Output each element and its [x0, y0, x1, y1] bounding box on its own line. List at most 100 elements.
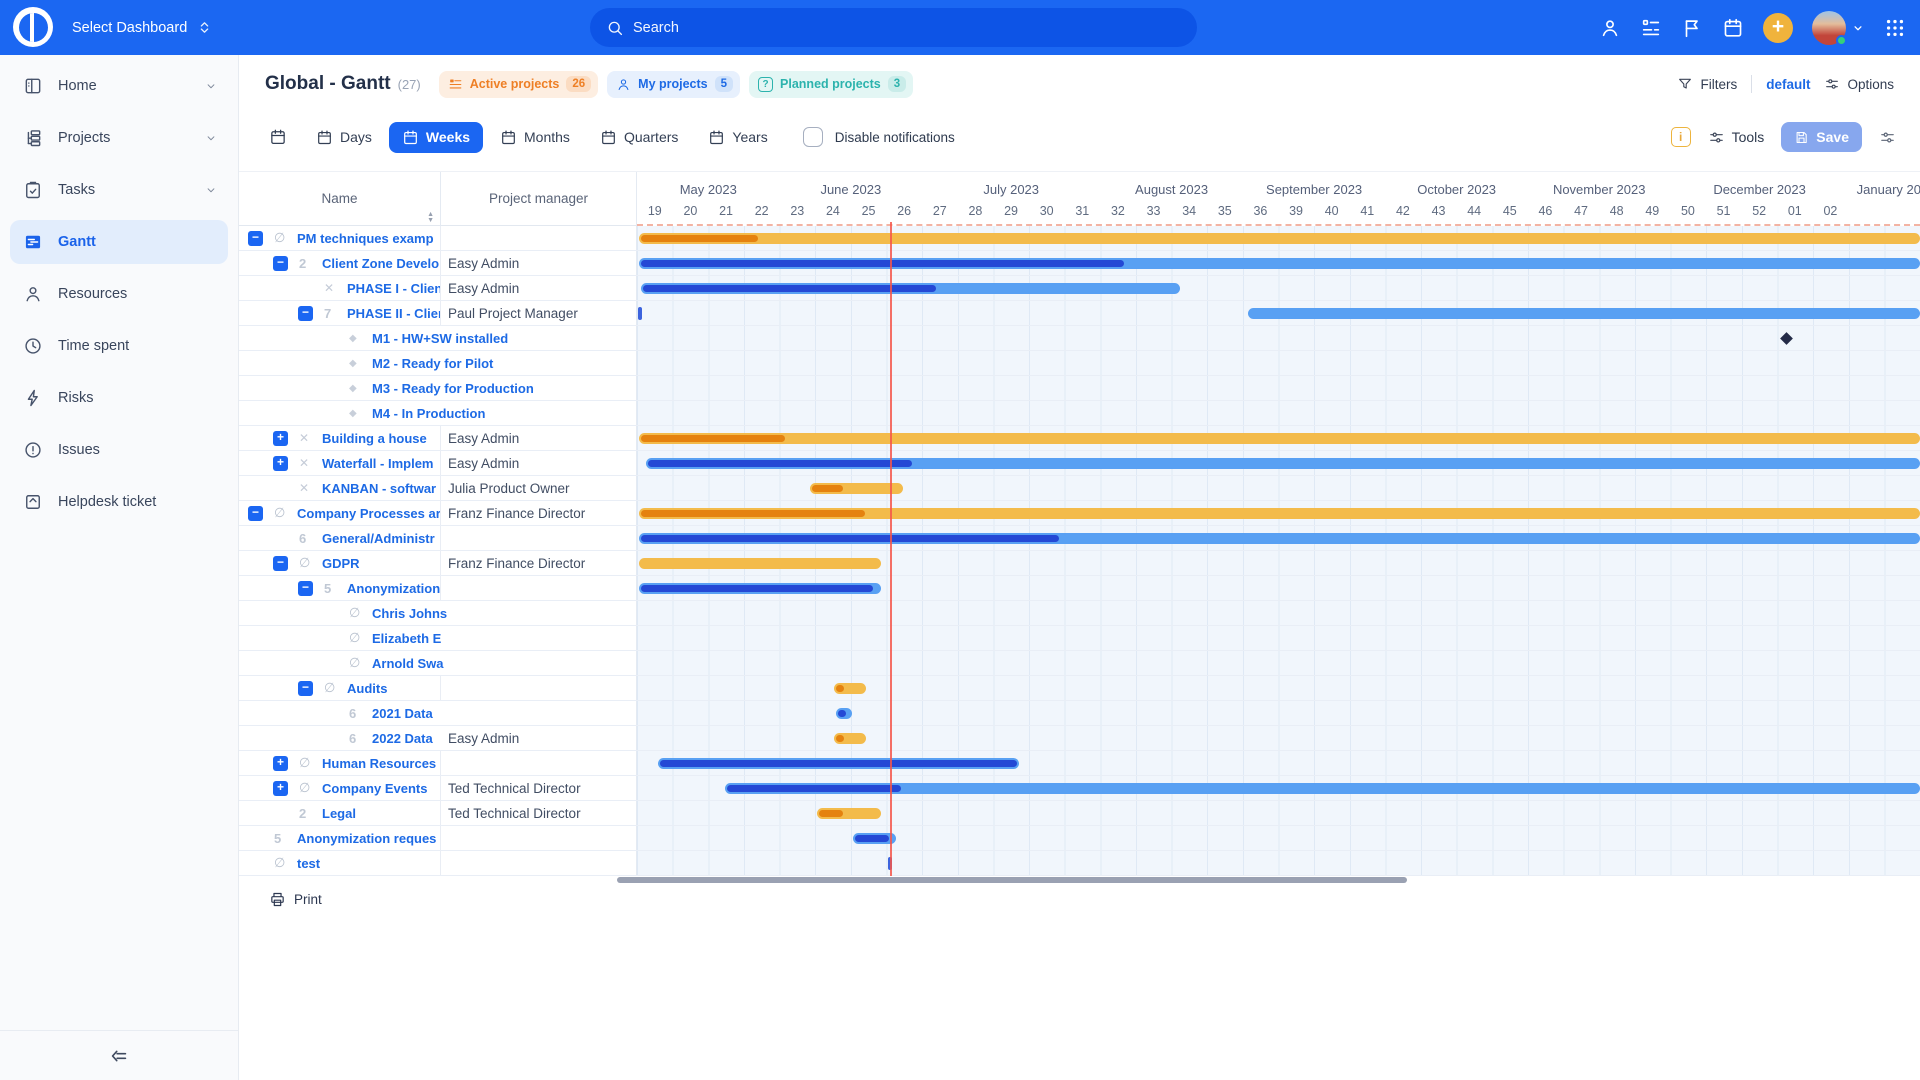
- task-name-link[interactable]: Audits: [347, 681, 387, 696]
- task-name-link[interactable]: PM techniques examp: [297, 231, 434, 246]
- collapse-toggle[interactable]: −: [298, 681, 313, 696]
- task-name-link[interactable]: Waterfall - Implem: [322, 456, 433, 471]
- task-name-link[interactable]: KANBAN - softwar: [322, 481, 436, 496]
- expand-toggle[interactable]: +: [273, 756, 288, 771]
- gantt-bar[interactable]: [639, 233, 1920, 244]
- task-name-link[interactable]: M2 - Ready for Pilot: [372, 356, 493, 371]
- apps-grid-icon[interactable]: [1884, 17, 1906, 39]
- sidebar-item-home[interactable]: Home: [10, 64, 228, 108]
- gantt-bar[interactable]: [810, 483, 903, 494]
- collapse-toggle[interactable]: −: [248, 231, 263, 246]
- saved-view-link[interactable]: default: [1766, 77, 1810, 92]
- view-months[interactable]: Months: [487, 122, 583, 153]
- task-name-link[interactable]: Human Resources: [322, 756, 436, 771]
- collapse-toggle[interactable]: −: [248, 506, 263, 521]
- checklist-icon[interactable]: [1640, 17, 1662, 39]
- user-menu[interactable]: [1812, 11, 1865, 45]
- sidebar-item-risks[interactable]: Risks: [10, 376, 228, 420]
- task-name-link[interactable]: Chris Johns: [372, 606, 447, 621]
- view-weeks[interactable]: Weeks: [389, 122, 483, 153]
- gantt-tick-bar[interactable]: [888, 857, 892, 870]
- checkbox[interactable]: [803, 127, 823, 147]
- task-name-link[interactable]: M3 - Ready for Production: [372, 381, 534, 396]
- task-name-link[interactable]: Building a house: [322, 431, 427, 446]
- sidebar-item-time-spent[interactable]: Time spent: [10, 324, 228, 368]
- task-name-link[interactable]: General/Administr: [322, 531, 435, 546]
- task-name-link[interactable]: Anonymization reques: [297, 831, 436, 846]
- gantt-bar[interactable]: [639, 558, 881, 569]
- gantt-bar[interactable]: [725, 783, 1920, 794]
- task-name-link[interactable]: test: [297, 856, 320, 871]
- gantt-bar[interactable]: [639, 533, 1920, 544]
- sidebar-item-projects[interactable]: Projects: [10, 116, 228, 160]
- options-button[interactable]: Options: [1824, 76, 1894, 92]
- gantt-tick-bar[interactable]: [638, 307, 642, 320]
- expand-toggle[interactable]: +: [273, 456, 288, 471]
- task-name-link[interactable]: Company Processes ar: [297, 506, 441, 521]
- collapse-toggle[interactable]: −: [298, 306, 313, 321]
- gantt-bar[interactable]: [853, 833, 896, 844]
- gantt-bar[interactable]: [639, 258, 1920, 269]
- chip-my-projects[interactable]: My projects5: [607, 71, 740, 98]
- task-name-link[interactable]: Client Zone Develo: [322, 256, 439, 271]
- settings-sliders-icon[interactable]: [1879, 129, 1896, 146]
- sidebar-item-helpdesk-ticket[interactable]: Helpdesk ticket: [10, 480, 228, 524]
- quick-add-button[interactable]: +: [1763, 13, 1793, 43]
- task-name-link[interactable]: Legal: [322, 806, 356, 821]
- gantt-bar[interactable]: [639, 433, 1920, 444]
- gantt-bar[interactable]: [836, 708, 852, 719]
- task-name-link[interactable]: Company Events: [322, 781, 427, 796]
- flag-icon[interactable]: [1681, 17, 1703, 39]
- task-name-link[interactable]: M4 - In Production: [372, 406, 485, 421]
- task-name-link[interactable]: M1 - HW+SW installed: [372, 331, 508, 346]
- expand-toggle[interactable]: +: [273, 781, 288, 796]
- sidebar-item-gantt[interactable]: Gantt: [10, 220, 228, 264]
- view-years[interactable]: Years: [695, 122, 780, 153]
- gantt-bar[interactable]: [639, 583, 881, 594]
- gantt-bar[interactable]: [658, 758, 1019, 769]
- gantt-bar[interactable]: [646, 458, 1920, 469]
- collapse-toggle[interactable]: −: [273, 556, 288, 571]
- manager-column-header[interactable]: Project manager: [441, 172, 637, 226]
- tools-button[interactable]: Tools: [1708, 129, 1765, 146]
- collapse-toggle[interactable]: −: [273, 256, 288, 271]
- task-name-link[interactable]: 2021 Data: [372, 706, 433, 721]
- sidebar-item-tasks[interactable]: Tasks: [10, 168, 228, 212]
- print-button[interactable]: Print: [269, 891, 322, 908]
- view-days[interactable]: Days: [303, 122, 385, 153]
- user-icon[interactable]: [1599, 17, 1621, 39]
- gantt-bar[interactable]: [1248, 308, 1920, 319]
- sidebar-item-issues[interactable]: Issues: [10, 428, 228, 472]
- task-name-link[interactable]: PHASE II - Clier: [347, 306, 441, 321]
- sidebar-item-resources[interactable]: Resources: [10, 272, 228, 316]
- task-name-link[interactable]: Arnold Swa: [372, 656, 444, 671]
- gantt-bar[interactable]: [639, 508, 1920, 519]
- chip-planned-projects[interactable]: ?Planned projects3: [749, 71, 913, 98]
- app-logo[interactable]: [13, 7, 53, 47]
- save-button[interactable]: Save: [1781, 122, 1862, 152]
- collapse-sidebar-button[interactable]: [0, 1030, 238, 1080]
- task-name-link[interactable]: 2022 Data: [372, 731, 433, 746]
- expand-toggle[interactable]: +: [273, 431, 288, 446]
- gantt-bar[interactable]: [641, 283, 1180, 294]
- name-column-header[interactable]: Name ▲▼: [239, 172, 441, 226]
- gantt-bar[interactable]: [834, 683, 866, 694]
- gantt-bar[interactable]: [817, 808, 881, 819]
- calendar-range-button[interactable]: [263, 122, 293, 152]
- milestone-diamond[interactable]: [1780, 332, 1793, 345]
- calendar-icon[interactable]: [1722, 17, 1744, 39]
- search-input[interactable]: [633, 20, 1181, 36]
- disable-notifications-toggle[interactable]: Disable notifications: [803, 127, 955, 147]
- task-name-link[interactable]: Anonymization: [347, 581, 440, 596]
- task-name-link[interactable]: PHASE I - Client: [347, 281, 441, 296]
- chip-active-projects[interactable]: Active projects26: [439, 71, 598, 98]
- task-name-link[interactable]: GDPR: [322, 556, 360, 571]
- filters-button[interactable]: Filters: [1677, 76, 1737, 92]
- gantt-bar[interactable]: [834, 733, 866, 744]
- task-name-link[interactable]: Elizabeth E: [372, 631, 441, 646]
- horizontal-scrollbar[interactable]: [617, 877, 1407, 883]
- view-quarters[interactable]: Quarters: [587, 122, 691, 153]
- collapse-toggle[interactable]: −: [298, 581, 313, 596]
- sort-icon[interactable]: ▲▼: [427, 212, 434, 224]
- info-icon[interactable]: i: [1671, 127, 1691, 147]
